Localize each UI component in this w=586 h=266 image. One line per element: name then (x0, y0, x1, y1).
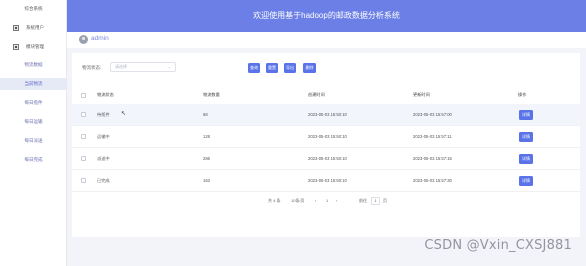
top-header: 欢迎使用基于hadoop的邮政数据分析系统 (67, 0, 586, 32)
pagination-total: 共 4 条 (268, 198, 281, 203)
table-row[interactable]: 运输中 128 2023-05-03 15:50:10 2023-05-03 1… (72, 126, 580, 148)
detail-button[interactable]: 详情 (519, 132, 533, 142)
export-button[interactable]: 导出 (284, 63, 296, 73)
cell-updated: 2023-05-03 15:57:00 (413, 112, 452, 117)
user-bar: admin (67, 32, 586, 48)
sidebar-subitem-daily-transport[interactable]: 每日运输 (0, 116, 67, 128)
cell-status: 待揽件 (97, 112, 110, 117)
search-button[interactable]: 查询 (248, 63, 260, 73)
filter-label: 物流状态: (82, 65, 102, 70)
table-row[interactable]: 已完成 163 2023-05-03 15:50:10 2023-05-03 1… (72, 170, 580, 192)
cell-created: 2023-05-03 15:50:10 (308, 112, 347, 117)
cell-created: 2023-05-03 15:50:10 (308, 134, 347, 139)
cell-count: 128 (203, 134, 210, 139)
detail-button[interactable]: 详情 (519, 176, 533, 186)
sidebar-subitem-daily-delivery[interactable]: 每日派送 (0, 135, 67, 147)
cell-updated: 2023-05-03 15:57:30 (413, 178, 452, 183)
cell-created: 2023-05-03 15:50:10 (308, 178, 347, 183)
cell-updated: 2023-05-03 15:57:11 (413, 134, 452, 139)
row-checkbox[interactable] (81, 178, 86, 183)
goto-suffix: 页 (383, 198, 387, 203)
mouse-cursor-icon: ↖ (121, 111, 127, 117)
chevron-down-icon: ⌄ (167, 64, 171, 69)
status-select[interactable]: 请选择 ⌄ (110, 62, 176, 72)
page-size-select[interactable]: 10条/页 (291, 196, 305, 206)
column-header-created: 创建时间 (308, 92, 325, 97)
sidebar-item-label: 系统用户 (26, 24, 44, 30)
users-icon (13, 24, 19, 31)
cell-status: 派送中 (97, 156, 110, 161)
column-header-actions: 操作 (518, 92, 527, 97)
table-row[interactable]: 派送中 286 2023-05-03 15:50:10 2023-05-03 1… (72, 148, 580, 170)
column-header-status: 物流状态 (97, 92, 114, 97)
row-checkbox[interactable] (81, 156, 86, 161)
cell-status: 运输中 (97, 134, 110, 139)
table-header: 物流状态 物流数量 创建时间 更新时间 操作 (72, 89, 580, 101)
page-number-current[interactable]: 1 (326, 196, 328, 206)
detail-button[interactable]: 详情 (519, 110, 533, 120)
detail-button[interactable]: 详情 (519, 154, 533, 164)
sidebar-title: 综合系统 (24, 6, 43, 11)
pagination: 共 4 条 10条/页 ‹ 1 › 前往 1 页 (72, 196, 580, 206)
cell-count: 68 (203, 112, 208, 117)
sidebar-subitem-daily-completed[interactable]: 每日完成 (0, 154, 67, 166)
cell-created: 2023-05-03 15:50:10 (308, 156, 347, 161)
status-select-placeholder: 请选择 (115, 64, 127, 69)
sidebar-item-module-management[interactable]: 模块管理 (0, 40, 67, 53)
select-all-checkbox[interactable] (81, 93, 86, 98)
row-checkbox[interactable] (81, 112, 86, 117)
cell-count: 286 (203, 156, 210, 161)
delete-button[interactable]: 删除 (303, 63, 316, 73)
page-title: 欢迎使用基于hadoop的邮政数据分析系统 (253, 11, 400, 20)
username[interactable]: admin (91, 35, 109, 42)
cell-status: 已完成 (97, 178, 110, 183)
table-row[interactable]: 待揽件 ↖ 68 2023-05-03 15:50:10 2023-05-03 … (72, 104, 580, 126)
goto-label: 前往 (359, 198, 367, 203)
watermark-text: CSDN @Vxin_CXSJ881 (424, 238, 572, 253)
column-header-updated: 更新时间 (413, 92, 430, 97)
sidebar-item-label: 模块管理 (26, 43, 44, 49)
sidebar-subitem-logistics-data[interactable]: 物流数据 (0, 59, 67, 71)
column-header-count: 物流数量 (203, 92, 220, 97)
row-checkbox[interactable] (81, 134, 86, 139)
prev-page-button[interactable]: ‹ (315, 196, 316, 206)
main-card: 物流状态: 请选择 ⌄ 查询 重置 导出 删除 物流状态 物流数量 创建时间 更… (72, 53, 580, 237)
sidebar: 综合系统 系统用户 模块管理 物流数据 当前物流 每日揽件 每日运输 每日派送 … (0, 0, 67, 266)
watermark: CSDN @Vxin_CXSJ881 (0, 238, 586, 258)
sidebar-subitem-current-logistics[interactable]: 当前物流 (0, 78, 67, 90)
cell-updated: 2023-05-03 15:57:16 (413, 156, 452, 161)
next-page-button[interactable]: › (336, 196, 337, 206)
avatar[interactable] (79, 35, 88, 44)
sidebar-item-system-users[interactable]: 系统用户 (0, 21, 67, 34)
module-icon (13, 43, 19, 50)
goto-page-input[interactable]: 1 (371, 197, 380, 205)
reset-button[interactable]: 重置 (266, 63, 278, 73)
sidebar-subitem-daily-pickup[interactable]: 每日揽件 (0, 97, 67, 109)
cell-count: 163 (203, 178, 210, 183)
